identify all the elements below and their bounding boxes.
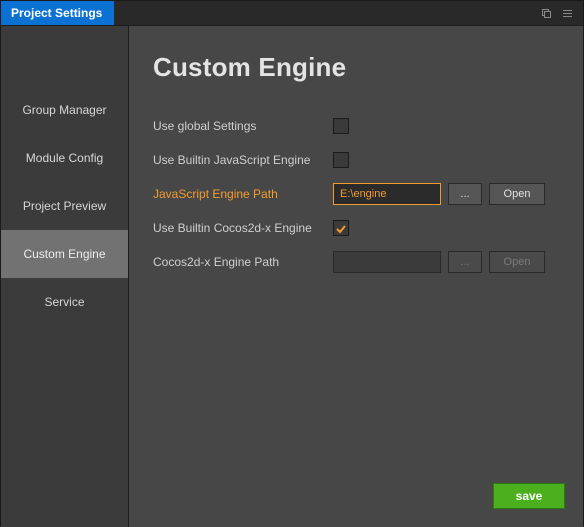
- menu-icon[interactable]: [562, 8, 573, 19]
- checkbox-use-global[interactable]: [333, 118, 349, 134]
- titlebar-tab[interactable]: Project Settings: [1, 1, 114, 25]
- browse-js-path-button[interactable]: ...: [448, 183, 482, 205]
- label-cocos-path: Cocos2d-x Engine Path: [153, 255, 333, 269]
- label-use-builtin-cocos: Use Builtin Cocos2d-x Engine: [153, 221, 333, 235]
- sidebar-item-group-manager[interactable]: Group Manager: [1, 86, 128, 134]
- checkbox-use-builtin-js[interactable]: [333, 152, 349, 168]
- sidebar-item-label: Group Manager: [22, 103, 106, 117]
- open-js-path-button[interactable]: Open: [489, 183, 545, 205]
- label-use-global: Use global Settings: [153, 119, 333, 133]
- page-title: Custom Engine: [153, 52, 565, 83]
- content-panel: Custom Engine Use global Settings Use Bu…: [129, 25, 583, 527]
- sidebar-item-project-preview[interactable]: Project Preview: [1, 182, 128, 230]
- checkbox-use-builtin-cocos[interactable]: [333, 220, 349, 236]
- input-js-path[interactable]: [333, 183, 441, 205]
- sidebar-item-label: Custom Engine: [23, 247, 105, 261]
- sidebar-item-label: Module Config: [26, 151, 103, 165]
- titlebar: Project Settings: [1, 1, 583, 25]
- popout-icon[interactable]: [541, 8, 552, 19]
- sidebar-item-module-config[interactable]: Module Config: [1, 134, 128, 182]
- sidebar-item-service[interactable]: Service: [1, 278, 128, 326]
- sidebar-item-label: Service: [44, 295, 84, 309]
- save-button[interactable]: save: [493, 483, 565, 509]
- sidebar: Group Manager Module Config Project Prev…: [1, 25, 129, 527]
- label-js-path: JavaScript Engine Path: [153, 187, 333, 201]
- label-use-builtin-js: Use Builtin JavaScript Engine: [153, 153, 333, 167]
- sidebar-item-label: Project Preview: [23, 199, 106, 213]
- open-cocos-path-button: Open: [489, 251, 545, 273]
- input-cocos-path: [333, 251, 441, 273]
- titlebar-title: Project Settings: [11, 6, 102, 20]
- browse-cocos-path-button: ...: [448, 251, 482, 273]
- sidebar-item-custom-engine[interactable]: Custom Engine: [1, 230, 128, 278]
